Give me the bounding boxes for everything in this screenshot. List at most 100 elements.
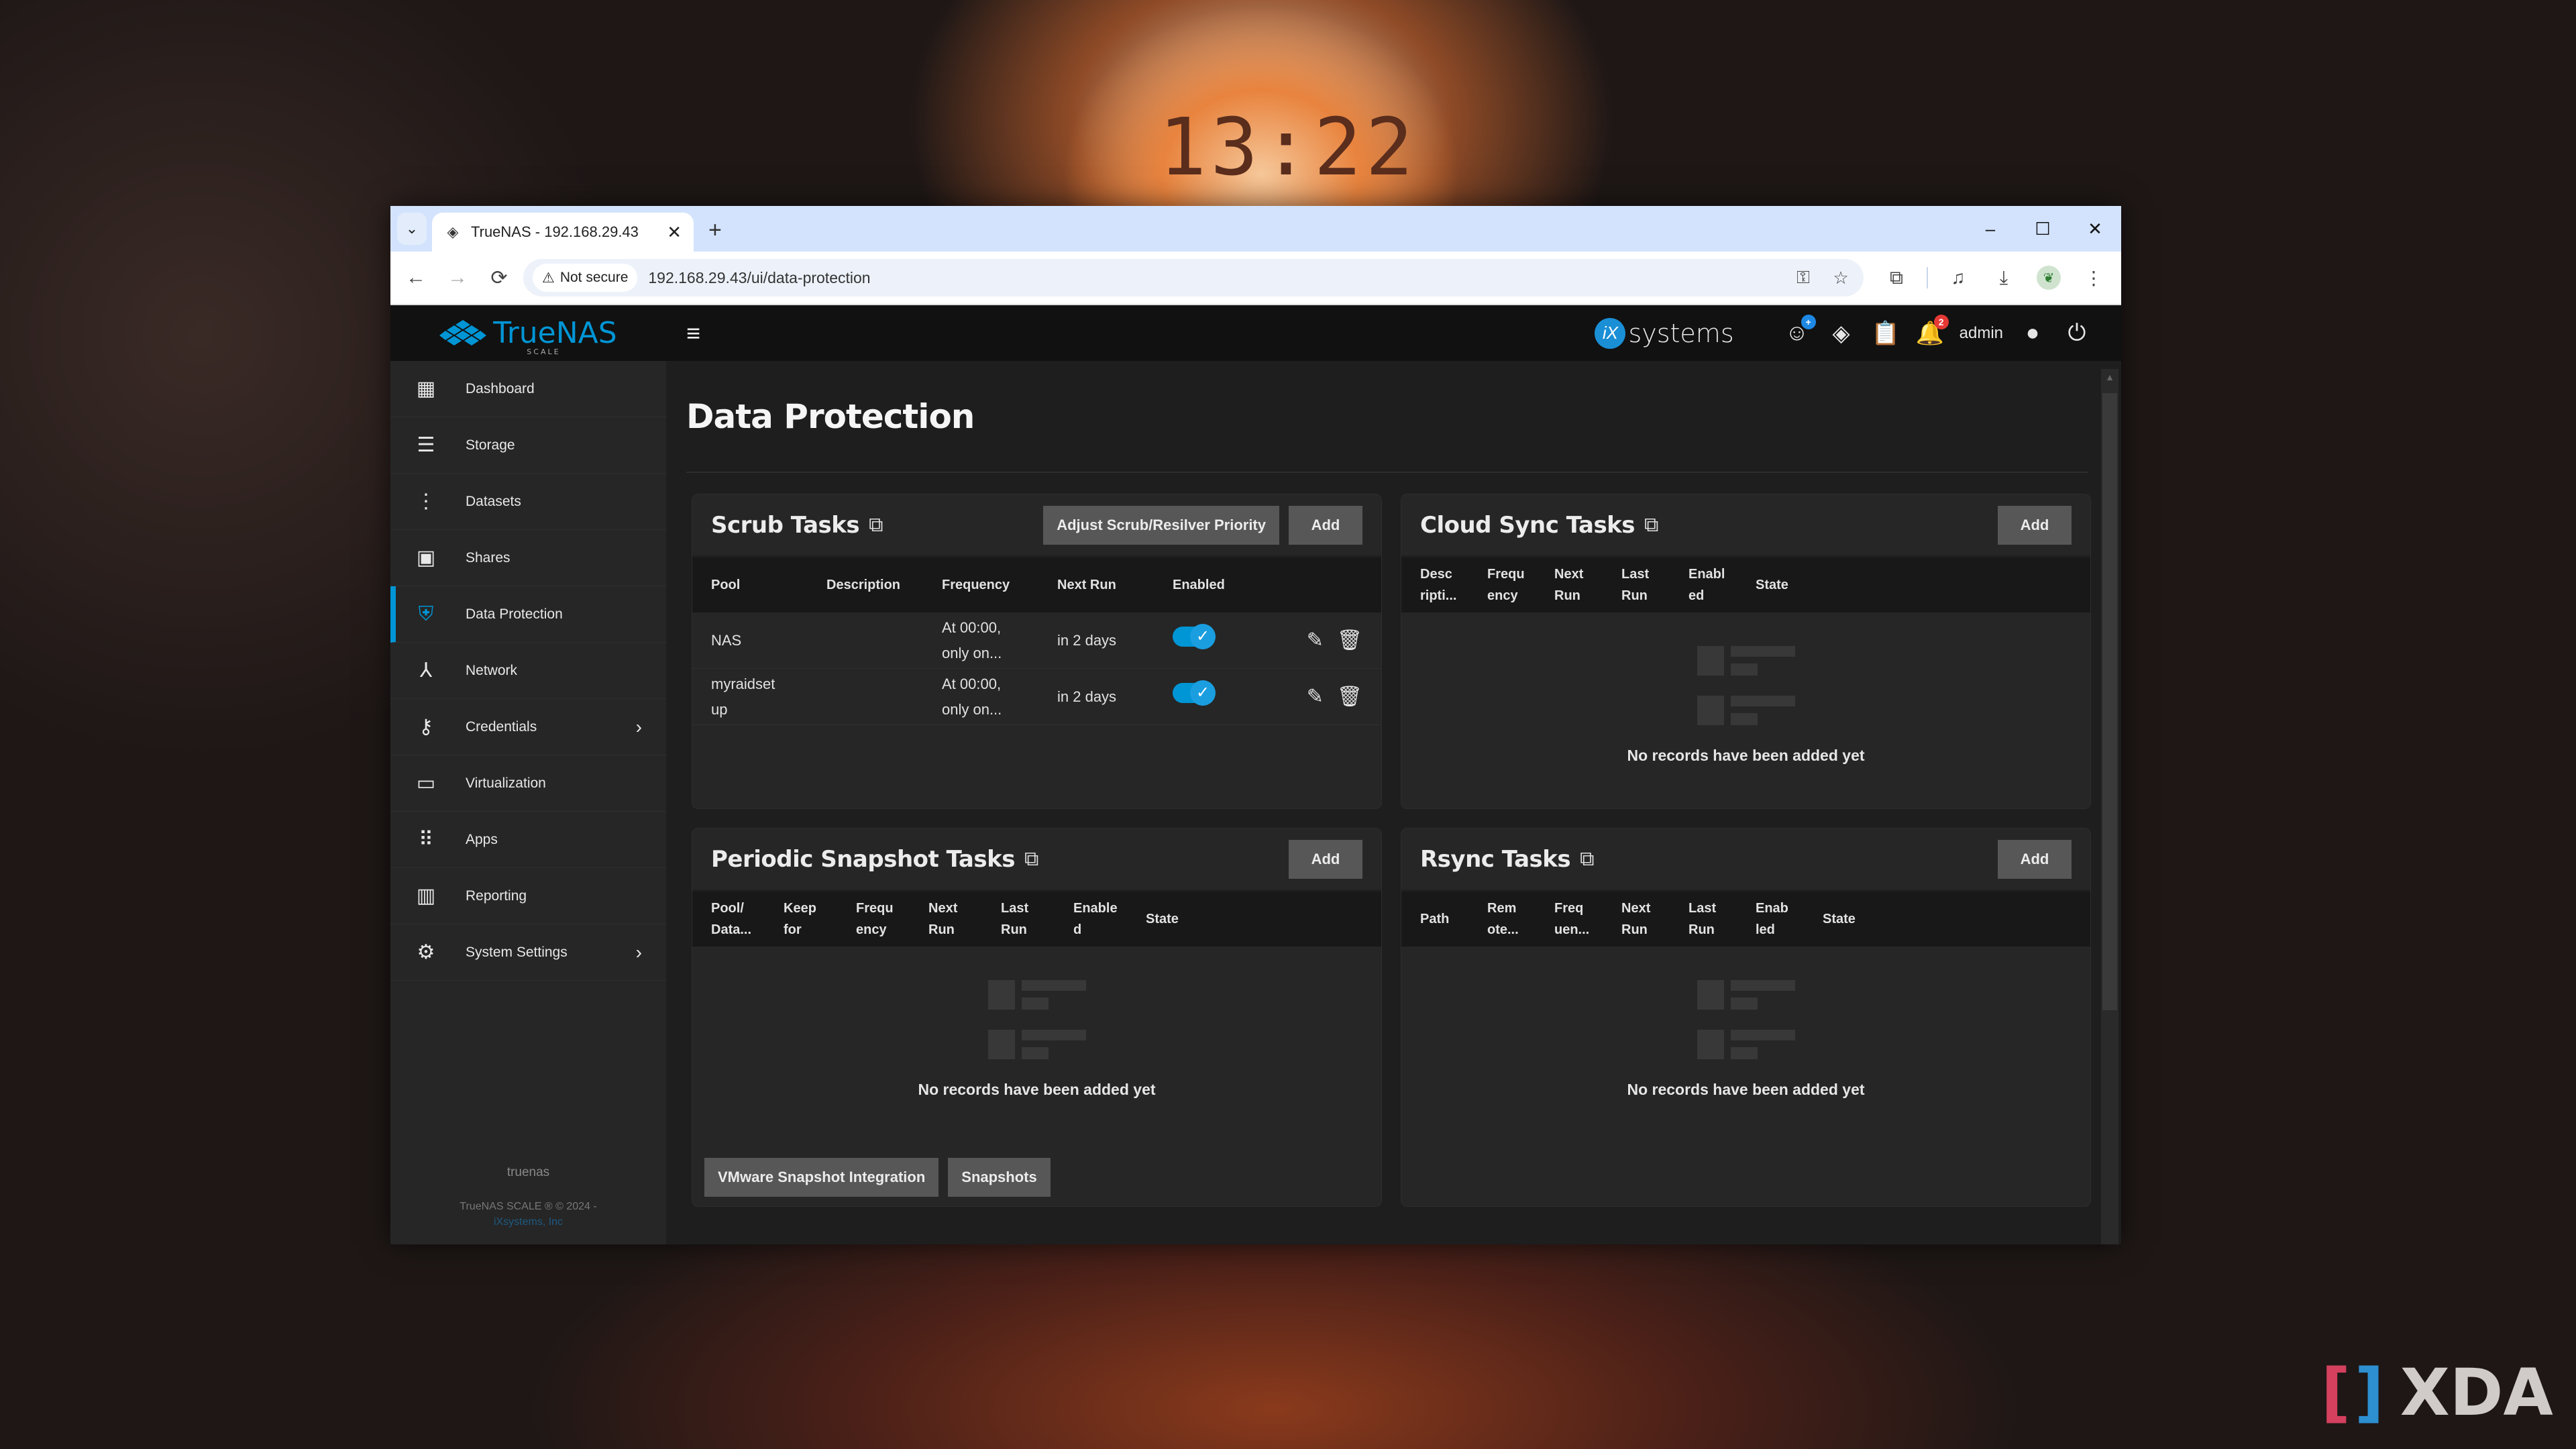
alerts-bell-icon[interactable]: 🔔 2 <box>1915 314 1949 347</box>
sidebar-item-system-settings[interactable]: ⚙ System Settings › <box>390 924 666 981</box>
account-circle-icon[interactable]: ● <box>2018 320 2047 346</box>
hamburger-menu-icon[interactable]: ≡ <box>686 319 700 347</box>
column-header-last-run[interactable]: Last Run <box>1621 564 1688 606</box>
ixsystems-link[interactable]: iXsystems, Inc <box>390 1216 666 1228</box>
sidebar-item-network[interactable]: ⅄ Network <box>390 643 666 699</box>
extensions-icon[interactable]: ⧉ <box>1877 267 1916 289</box>
column-header-remote[interactable]: Rem ote... <box>1487 898 1554 941</box>
column-header-enabled[interactable]: Enabled <box>1688 564 1756 606</box>
column-header-keep-for[interactable]: Keep for <box>784 898 856 941</box>
enabled-toggle[interactable]: ✓ <box>1173 623 1216 649</box>
url-input[interactable]: 192.168.29.43/ui/data-protection <box>648 269 1779 287</box>
toolbar-divider <box>1927 267 1928 288</box>
back-button[interactable]: ← <box>398 266 433 289</box>
adjust-scrub-priority-button[interactable]: Adjust Scrub/Resilver Priority <box>1043 505 1279 545</box>
edit-pencil-icon[interactable]: ✎ <box>1307 685 1324 708</box>
column-header-state[interactable]: State <box>1146 908 1218 930</box>
column-header-next-run[interactable]: Next Run <box>1057 574 1173 596</box>
tab-search-button[interactable]: ⌄ <box>397 213 427 245</box>
column-header-pool[interactable]: Pool <box>711 574 826 596</box>
column-header-state[interactable]: State <box>1756 574 1823 596</box>
snapshots-button[interactable]: Snapshots <box>948 1158 1051 1197</box>
column-header-description[interactable]: Desc ripti... <box>1420 564 1487 606</box>
omnibox[interactable]: ⚠ Not secure 192.168.29.43/ui/data-prote… <box>523 259 1864 297</box>
maximize-button[interactable]: ☐ <box>2017 219 2069 239</box>
column-header-frequency[interactable]: Frequency <box>1487 564 1554 606</box>
watermark-left-bracket: [ <box>2321 1355 2351 1430</box>
close-window-button[interactable]: ✕ <box>2069 219 2121 239</box>
scrollbar-thumb[interactable] <box>2102 393 2117 1010</box>
power-icon[interactable]: ⏻ <box>2062 320 2092 346</box>
empty-state-text: No records have been added yet <box>918 1081 1156 1098</box>
tab-close-icon[interactable]: ✕ <box>667 222 682 243</box>
sidebar-item-data-protection[interactable]: ⛨ Data Protection <box>390 586 666 643</box>
ixsystems-logo[interactable]: iX systems <box>1595 317 1734 349</box>
add-snapshot-task-button[interactable]: Add <box>1289 839 1362 879</box>
column-header-frequency[interactable]: Frequency <box>856 898 928 941</box>
scroll-up-arrow-icon[interactable]: ▲ <box>2101 372 2118 382</box>
column-header-frequency[interactable]: Freq uen... <box>1554 898 1621 941</box>
sidebar-item-storage[interactable]: ☰ Storage <box>390 417 666 474</box>
card-title[interactable]: Cloud Sync Tasks <box>1420 512 1635 539</box>
reload-button[interactable]: ⟳ <box>482 266 517 290</box>
sidebar-item-label: Reporting <box>466 888 527 904</box>
column-header-next-run[interactable]: Next Run <box>928 898 1001 941</box>
feedback-icon[interactable]: ☺ + <box>1782 315 1816 346</box>
sidebar-item-reporting[interactable]: ▥ Reporting <box>390 868 666 924</box>
cell-pool: NAS <box>711 631 742 649</box>
new-tab-button[interactable]: + <box>708 217 722 244</box>
bookmark-star-icon[interactable]: ☆ <box>1827 268 1854 288</box>
column-header-path[interactable]: Path <box>1420 908 1487 930</box>
external-link-icon[interactable]: ⧉ <box>1024 848 1038 871</box>
add-cloud-sync-task-button[interactable]: Add <box>1998 505 2072 545</box>
external-link-icon[interactable]: ⧉ <box>869 514 883 537</box>
username-label[interactable]: admin <box>1960 324 2003 343</box>
browser-tab[interactable]: ◈ TrueNAS - 192.168.29.43 ✕ <box>432 213 694 252</box>
media-control-icon[interactable]: ♫ <box>1939 267 1978 288</box>
enabled-toggle[interactable]: ✓ <box>1173 680 1216 706</box>
column-header-enabled[interactable]: Enabled <box>1173 574 1288 596</box>
password-key-icon[interactable]: ⚿ <box>1790 267 1817 288</box>
column-header-frequency[interactable]: Frequency <box>942 574 1057 596</box>
column-header-next-run[interactable]: Next Run <box>1554 564 1621 606</box>
column-header-last-run[interactable]: Last Run <box>1688 898 1756 941</box>
external-link-icon[interactable]: ⧉ <box>1580 848 1594 871</box>
edit-pencil-icon[interactable]: ✎ <box>1307 629 1324 652</box>
sidebar-item-shares[interactable]: ▣ Shares <box>390 530 666 586</box>
sidebar-item-dashboard[interactable]: ▦ Dashboard <box>390 361 666 417</box>
truenas-brand[interactable]: TrueNAS SCALE <box>390 318 666 356</box>
browser-menu-icon[interactable]: ⋮ <box>2074 267 2113 289</box>
column-header-pool-dataset[interactable]: Pool/Data... <box>711 898 784 941</box>
column-header-description[interactable]: Description <box>826 574 942 596</box>
column-header-last-run[interactable]: Last Run <box>1001 898 1073 941</box>
add-rsync-task-button[interactable]: Add <box>1998 839 2072 879</box>
column-header-enabled[interactable]: Enabled <box>1073 898 1146 941</box>
card-title[interactable]: Periodic Snapshot Tasks <box>711 846 1015 873</box>
delete-trash-icon[interactable]: 🗑 <box>1337 685 1362 708</box>
column-header-enabled[interactable]: Enabled <box>1756 898 1823 941</box>
jobs-clipboard-icon[interactable]: 📋 <box>1871 320 1900 347</box>
card-title[interactable]: Scrub Tasks <box>711 512 860 539</box>
table-row: NAS At 00:00, only on... in 2 days ✓ ✎ 🗑 <box>692 612 1381 669</box>
sidebar-item-datasets[interactable]: ⋮ Datasets <box>390 474 666 530</box>
minimize-button[interactable]: – <box>1964 219 2017 239</box>
delete-trash-icon[interactable]: 🗑 <box>1337 629 1362 652</box>
truenas-app: TrueNAS SCALE ≡ iX systems ☺ + ◈ 📋 🔔 2 admi… <box>390 305 2121 1244</box>
card-title[interactable]: Rsync Tasks <box>1420 846 1571 873</box>
forward-button[interactable]: → <box>440 266 475 289</box>
download-icon[interactable]: ⤓ <box>1984 267 2023 289</box>
sidebar-item-apps[interactable]: ⠿ Apps <box>390 812 666 868</box>
vmware-snapshot-integration-button[interactable]: VMware Snapshot Integration <box>704 1158 939 1197</box>
page-scrollbar[interactable]: ▲ <box>2101 369 2118 1244</box>
sidebar-item-label: Datasets <box>466 493 521 509</box>
truecommand-icon[interactable]: ◈ <box>1827 320 1856 347</box>
sidebar-item-label: Network <box>466 662 518 678</box>
column-header-state[interactable]: State <box>1823 908 1890 930</box>
sidebar-item-credentials[interactable]: ⚷ Credentials › <box>390 699 666 755</box>
security-chip[interactable]: ⚠ Not secure <box>533 264 638 292</box>
sidebar-item-virtualization[interactable]: ▭ Virtualization <box>390 755 666 812</box>
add-scrub-task-button[interactable]: Add <box>1289 505 1362 545</box>
external-link-icon[interactable]: ⧉ <box>1644 514 1658 537</box>
column-header-next-run[interactable]: Next Run <box>1621 898 1688 941</box>
profile-avatar[interactable]: ❦ <box>2037 266 2061 290</box>
